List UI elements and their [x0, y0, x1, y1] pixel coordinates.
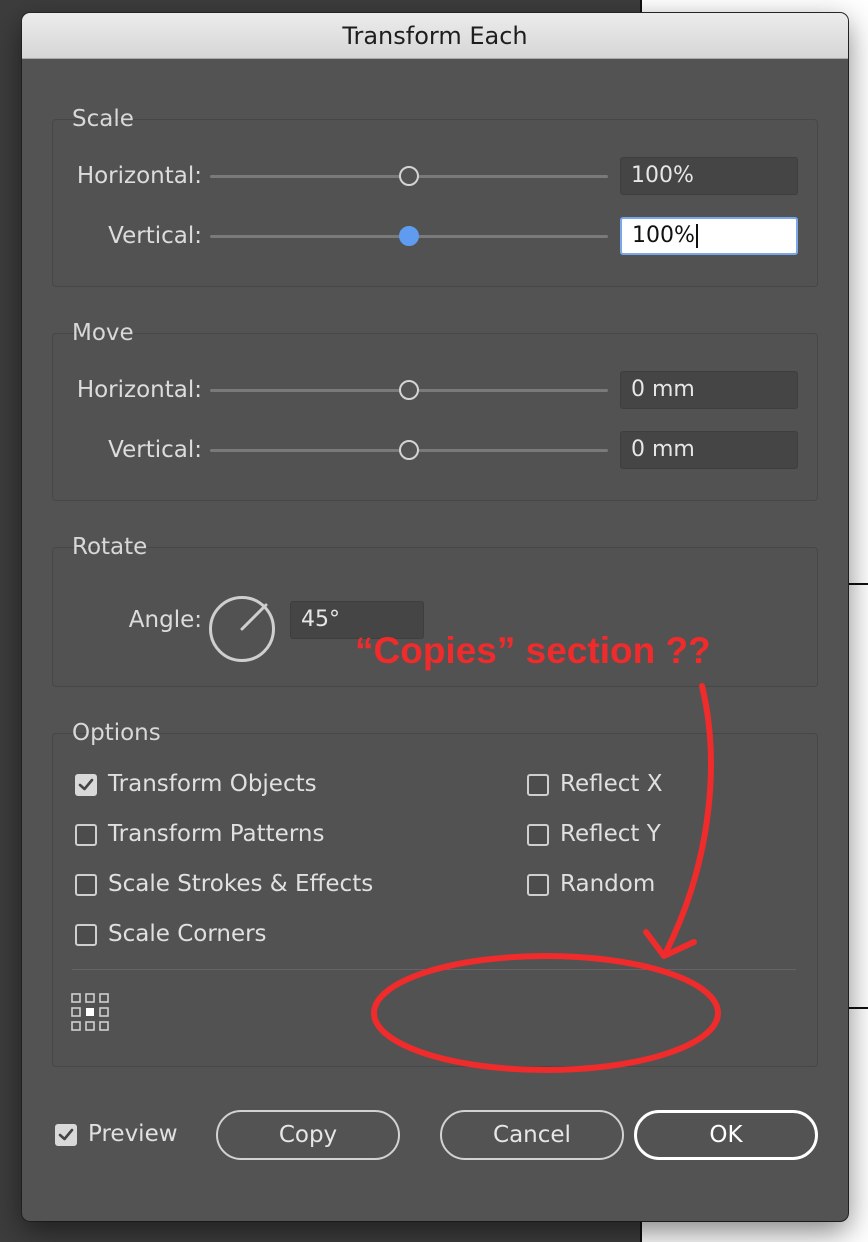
- annotation-arrow-shaft: [663, 683, 714, 955]
- annotation-overlay: [371, 683, 721, 1073]
- annotation-ellipse: [371, 953, 721, 1073]
